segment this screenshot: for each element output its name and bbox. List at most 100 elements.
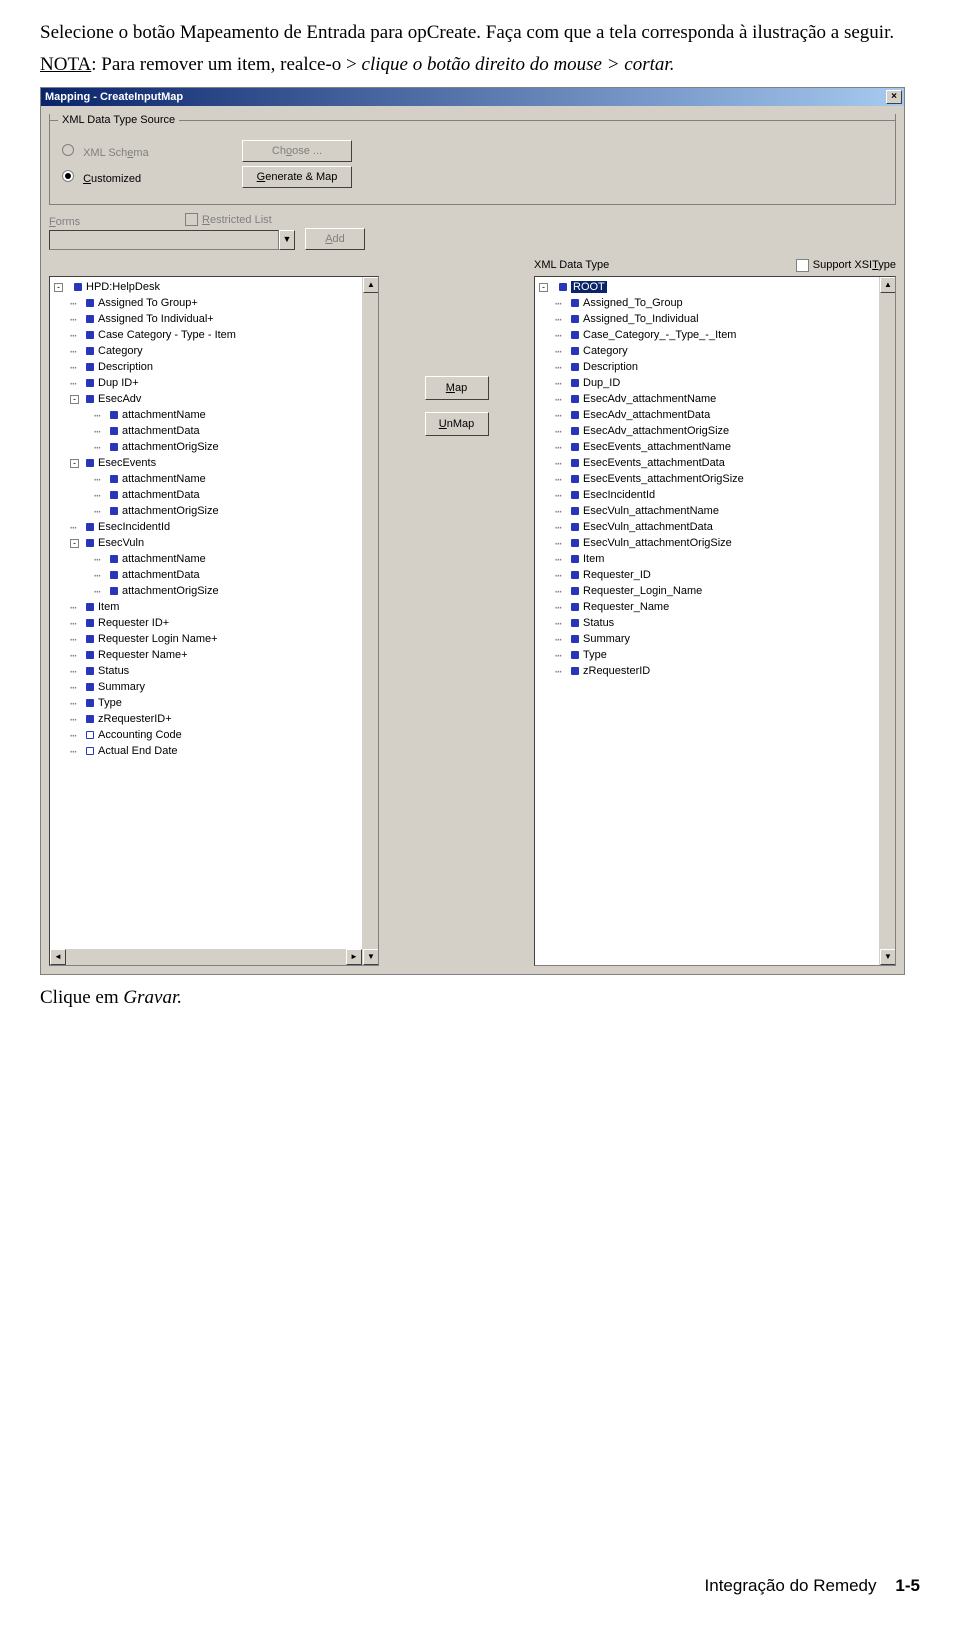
tree-node[interactable]: ⋯Requester Name+ <box>50 647 378 663</box>
tree-node[interactable]: ⋯Requester Login Name+ <box>50 631 378 647</box>
generate-map-button[interactable]: Generate & Map <box>242 166 352 188</box>
scroll-right-icon[interactable]: ► <box>346 949 362 965</box>
tree-node[interactable]: ⋯Dup ID+ <box>50 375 378 391</box>
support-xsitype-checkbox[interactable] <box>796 259 809 272</box>
tree-node[interactable]: ⋯EsecIncidentId <box>535 487 895 503</box>
tree-node[interactable]: ⋯Assigned To Individual+ <box>50 311 378 327</box>
tree-node[interactable]: -HPD:HelpDesk <box>50 279 378 295</box>
scroll-down-icon[interactable]: ▼ <box>880 949 896 965</box>
radio-xml-schema <box>62 144 74 156</box>
tree-node[interactable]: ⋯Category <box>50 343 378 359</box>
page-footer: Integração do Remedy 1-5 <box>705 1576 920 1596</box>
tree-node[interactable]: ⋯Type <box>535 647 895 663</box>
note-line: NOTA: Para remover um item, realce-o > c… <box>40 52 920 78</box>
note-action: clique o botão direito do mouse > cortar… <box>362 54 675 75</box>
tree-node[interactable]: ⋯Item <box>50 599 378 615</box>
titlebar[interactable]: Mapping - CreateInputMap × <box>41 88 904 106</box>
tree-node[interactable]: ⋯Requester_ID <box>535 567 895 583</box>
tree-node[interactable]: ⋯Summary <box>535 631 895 647</box>
tree-node[interactable]: ⋯Case_Category_-_Type_-_Item <box>535 327 895 343</box>
tree-node[interactable]: ⋯Requester ID+ <box>50 615 378 631</box>
tree-node[interactable]: -EsecEvents <box>50 455 378 471</box>
add-button: Add <box>305 228 365 250</box>
tree-node[interactable]: ⋯EsecVuln_attachmentName <box>535 503 895 519</box>
dialog-title: Mapping - CreateInputMap <box>45 91 886 103</box>
tree-node[interactable]: ⋯attachmentData <box>50 487 378 503</box>
tree-node[interactable]: ⋯Assigned To Group+ <box>50 295 378 311</box>
mapping-dialog: Mapping - CreateInputMap × XML Data Type… <box>40 87 905 975</box>
close-icon[interactable]: × <box>886 90 902 104</box>
radio-customized-label: Customized <box>83 173 141 185</box>
tree-node[interactable]: ⋯Assigned_To_Group <box>535 295 895 311</box>
tree-node[interactable]: ⋯EsecAdv_attachmentOrigSize <box>535 423 895 439</box>
scrollbar-vertical[interactable]: ▲ ▼ <box>879 277 895 965</box>
tree-node[interactable]: ⋯Type <box>50 695 378 711</box>
tree-node[interactable]: ⋯Dup_ID <box>535 375 895 391</box>
click-save-text: Clique em Gravar. <box>40 987 920 1009</box>
tree-node[interactable]: ⋯Assigned_To_Individual <box>535 311 895 327</box>
scrollbar-vertical[interactable]: ▲ ▼ <box>362 277 378 965</box>
tree-node[interactable]: -EsecVuln <box>50 535 378 551</box>
xml-tree[interactable]: -ROOT⋯Assigned_To_Group⋯Assigned_To_Indi… <box>534 276 896 966</box>
support-xsitype-label: Support XSIType <box>813 259 896 271</box>
tree-node[interactable]: ⋯Actual End Date <box>50 743 378 759</box>
forms-input <box>49 230 279 250</box>
scroll-down-icon[interactable]: ▼ <box>363 949 379 965</box>
instruction-text: Selecione o botão Mapeamento de Entrada … <box>40 20 920 46</box>
tree-node[interactable]: ⋯Status <box>535 615 895 631</box>
tree-node[interactable]: ⋯EsecVuln_attachmentOrigSize <box>535 535 895 551</box>
tree-node[interactable]: ⋯Status <box>50 663 378 679</box>
scrollbar-horizontal[interactable]: ◄ ► <box>50 949 362 965</box>
tree-node[interactable]: ⋯Description <box>535 359 895 375</box>
restricted-checkbox <box>185 213 198 226</box>
tree-node[interactable]: ⋯attachmentOrigSize <box>50 503 378 519</box>
note-label: NOTA <box>40 54 91 75</box>
tree-node[interactable]: ⋯attachmentName <box>50 407 378 423</box>
forms-label: Forms <box>49 216 179 228</box>
tree-node[interactable]: ⋯Requester_Login_Name <box>535 583 895 599</box>
tree-node[interactable]: ⋯EsecIncidentId <box>50 519 378 535</box>
footer-section: Integração do Remedy <box>705 1576 877 1595</box>
scroll-up-icon[interactable]: ▲ <box>363 277 379 293</box>
group-label: XML Data Type Source <box>58 114 179 126</box>
tree-node[interactable]: ⋯EsecEvents_attachmentOrigSize <box>535 471 895 487</box>
choose-button: Choose ... <box>242 140 352 162</box>
tree-node[interactable]: -EsecAdv <box>50 391 378 407</box>
mapping-buttons: Map UnMap <box>379 256 534 966</box>
tree-node[interactable]: ⋯Case Category - Type - Item <box>50 327 378 343</box>
tree-node[interactable]: ⋯Accounting Code <box>50 727 378 743</box>
tree-node[interactable]: -ROOT <box>535 279 895 295</box>
footer-page: 1-5 <box>895 1576 920 1595</box>
forms-row: Forms Restricted List <box>49 213 896 228</box>
xml-source-group: XML Data Type Source XML Schema Choose .… <box>49 114 896 205</box>
tree-node[interactable]: ⋯zRequesterID <box>535 663 895 679</box>
tree-node[interactable]: ⋯EsecAdv_attachmentName <box>535 391 895 407</box>
scroll-left-icon[interactable]: ◄ <box>50 949 66 965</box>
xml-data-type-label: XML Data Type <box>534 259 609 271</box>
tree-node[interactable]: ⋯EsecVuln_attachmentData <box>535 519 895 535</box>
tree-node[interactable]: ⋯Description <box>50 359 378 375</box>
tree-node[interactable]: ⋯attachmentOrigSize <box>50 439 378 455</box>
radio-xml-schema-label: XML Schema <box>83 147 149 159</box>
tree-node[interactable]: ⋯Category <box>535 343 895 359</box>
tree-node[interactable]: ⋯attachmentData <box>50 423 378 439</box>
scroll-up-icon[interactable]: ▲ <box>880 277 896 293</box>
tree-node[interactable]: ⋯Requester_Name <box>535 599 895 615</box>
unmap-button[interactable]: UnMap <box>425 412 489 436</box>
map-button[interactable]: Map <box>425 376 489 400</box>
radio-customized[interactable] <box>62 170 74 182</box>
tree-node[interactable]: ⋯Summary <box>50 679 378 695</box>
tree-node[interactable]: ⋯attachmentOrigSize <box>50 583 378 599</box>
tree-node[interactable]: ⋯EsecEvents_attachmentName <box>535 439 895 455</box>
tree-node[interactable]: ⋯EsecAdv_attachmentData <box>535 407 895 423</box>
forms-tree[interactable]: -HPD:HelpDesk⋯Assigned To Group+⋯Assigne… <box>49 276 379 966</box>
note-text: : Para remover um item, realce-o > <box>91 54 361 75</box>
restricted-label: Restricted List <box>202 214 272 226</box>
tree-node[interactable]: ⋯attachmentData <box>50 567 378 583</box>
tree-node[interactable]: ⋯attachmentName <box>50 551 378 567</box>
tree-node[interactable]: ⋯zRequesterID+ <box>50 711 378 727</box>
tree-node[interactable]: ⋯EsecEvents_attachmentData <box>535 455 895 471</box>
forms-dropdown-button: ▼ <box>279 230 295 250</box>
tree-node[interactable]: ⋯Item <box>535 551 895 567</box>
tree-node[interactable]: ⋯attachmentName <box>50 471 378 487</box>
